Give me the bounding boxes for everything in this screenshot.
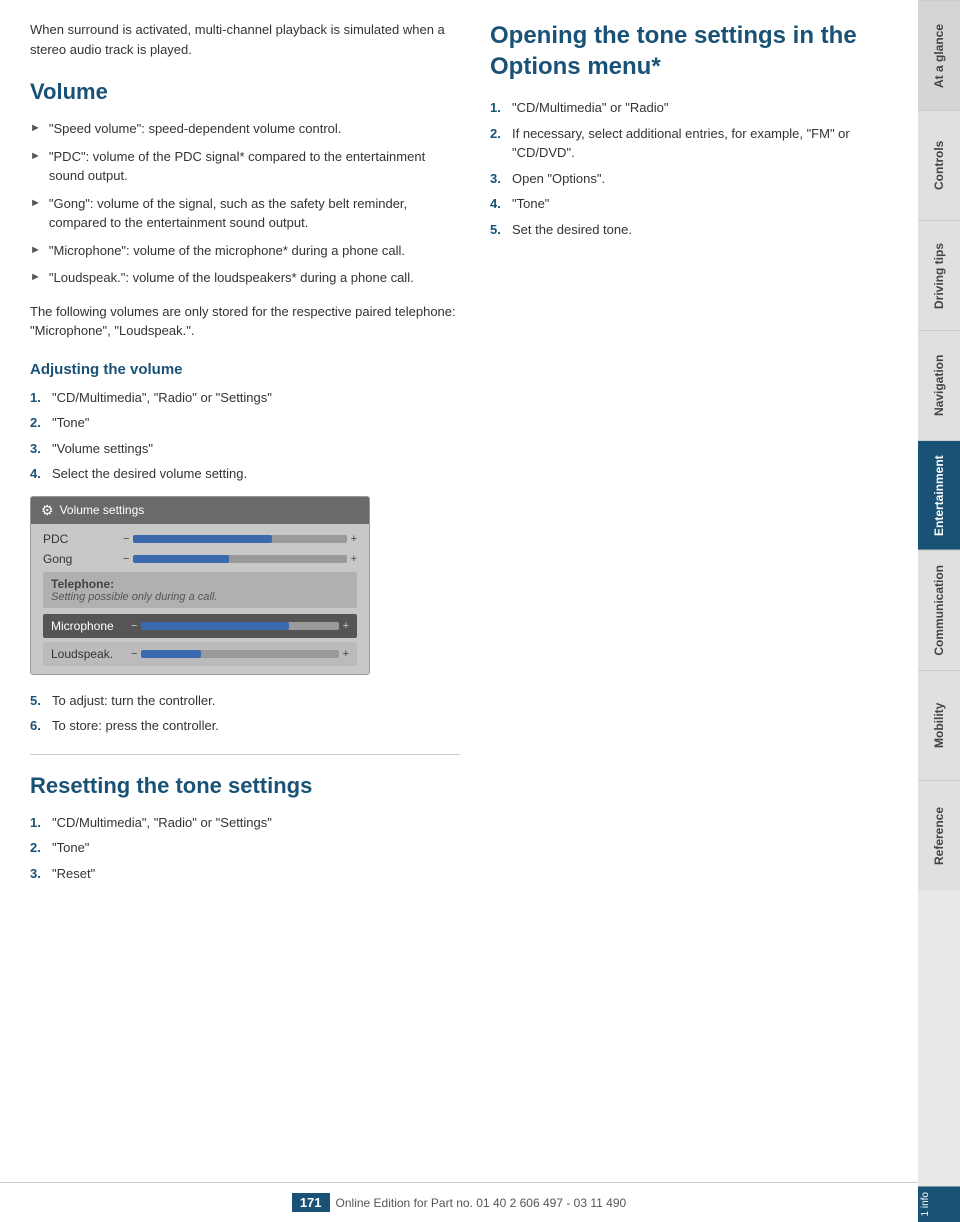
vs-microphone-row: Microphone − + xyxy=(43,614,357,638)
vs-tel-label: Telephone: xyxy=(51,577,349,591)
list-item: 1. "CD/Multimedia" or "Radio" xyxy=(490,98,888,118)
list-item: 5. To adjust: turn the controller. xyxy=(30,691,460,711)
vs-mic-track xyxy=(141,622,338,630)
list-item: ► "Gong": volume of the signal, such as … xyxy=(30,194,460,233)
vs-loud-track xyxy=(141,650,338,658)
settings-icon: ⚙ xyxy=(41,502,54,519)
vs-pdc-label: PDC xyxy=(43,532,123,546)
page-wrapper: When surround is activated, multi-channe… xyxy=(0,0,960,1222)
intro-text: When surround is activated, multi-channe… xyxy=(30,20,460,59)
sidebar-item-at-a-glance[interactable]: At a glance xyxy=(918,0,960,110)
list-item: 4. Select the desired volume setting. xyxy=(30,464,460,484)
vs-gong-slider: − + xyxy=(123,553,357,565)
vs-body: PDC − + Gong − xyxy=(31,524,369,674)
left-column: When surround is activated, multi-channe… xyxy=(30,20,460,1162)
vs-tel-note: Setting possible only during a call. xyxy=(51,591,349,603)
main-content: When surround is activated, multi-channe… xyxy=(0,0,918,1222)
vs-gong-label: Gong xyxy=(43,552,123,566)
right-section-heading: Opening the tone settings in the Options… xyxy=(490,20,888,82)
vs-mic-fill xyxy=(141,622,289,630)
sidebar-item-reference[interactable]: Reference xyxy=(918,780,960,890)
resetting-steps: 1. "CD/Multimedia", "Radio" or "Settings… xyxy=(30,813,460,884)
section-divider xyxy=(30,754,460,755)
vs-loud-slider: − + xyxy=(131,648,349,660)
sidebar-item-communication[interactable]: Communication xyxy=(918,550,960,670)
bullet-arrow-icon: ► xyxy=(30,148,41,165)
vs-gong-track xyxy=(133,555,346,563)
minus-icon: − xyxy=(131,620,137,632)
bullet-arrow-icon: ► xyxy=(30,269,41,286)
list-item: ► "Speed volume": speed-dependent volume… xyxy=(30,119,460,139)
sidebar-item-navigation[interactable]: Navigation xyxy=(918,330,960,440)
sidebar-item-driving-tips[interactable]: Driving tips xyxy=(918,220,960,330)
minus-icon: − xyxy=(123,533,129,545)
minus-icon: − xyxy=(123,553,129,565)
plus-icon: + xyxy=(343,648,349,660)
right-column: Opening the tone settings in the Options… xyxy=(490,20,888,1162)
sidebar: At a glance Controls Driving tips Naviga… xyxy=(918,0,960,1222)
bullet-list: ► "Speed volume": speed-dependent volume… xyxy=(30,119,460,288)
volume-settings-screenshot: ⚙ Volume settings PDC − + xyxy=(30,496,370,675)
list-item: 1. "CD/Multimedia", "Radio" or "Settings… xyxy=(30,813,460,833)
plus-icon: + xyxy=(351,553,357,565)
plus-icon: + xyxy=(343,620,349,632)
info-badge: 1 info xyxy=(918,1186,960,1222)
vs-gong-fill xyxy=(133,555,229,563)
bullet-arrow-icon: ► xyxy=(30,242,41,259)
vs-row-pdc: PDC − + xyxy=(43,532,357,546)
list-item: 3. Open "Options". xyxy=(490,169,888,189)
bullet-arrow-icon: ► xyxy=(30,195,41,212)
minus-icon: − xyxy=(131,648,137,660)
vs-loud-fill xyxy=(141,650,200,658)
list-item: 4. "Tone" xyxy=(490,194,888,214)
vs-titlebar: ⚙ Volume settings xyxy=(31,497,369,524)
vs-loud-label: Loudspeak. xyxy=(51,647,131,661)
footer-text: Online Edition for Part no. 01 40 2 606 … xyxy=(336,1196,627,1210)
sidebar-item-entertainment[interactable]: Entertainment xyxy=(918,440,960,550)
list-item: 1. "CD/Multimedia", "Radio" or "Settings… xyxy=(30,388,460,408)
adjusting-steps: 1. "CD/Multimedia", "Radio" or "Settings… xyxy=(30,388,460,484)
vs-row-gong: Gong − + xyxy=(43,552,357,566)
list-item: 3. "Volume settings" xyxy=(30,439,460,459)
list-item: 5. Set the desired tone. xyxy=(490,220,888,240)
list-item: 6. To store: press the controller. xyxy=(30,716,460,736)
vs-mic-label: Microphone xyxy=(51,619,131,633)
vs-title: Volume settings xyxy=(60,503,145,517)
volume-heading: Volume xyxy=(30,79,460,105)
adjusting-heading: Adjusting the volume xyxy=(30,361,460,378)
sidebar-item-controls[interactable]: Controls xyxy=(918,110,960,220)
bullet-arrow-icon: ► xyxy=(30,120,41,137)
vs-telephone-section: Telephone: Setting possible only during … xyxy=(43,572,357,608)
plus-icon: + xyxy=(351,533,357,545)
list-item: 2. "Tone" xyxy=(30,413,460,433)
list-item: 2. "Tone" xyxy=(30,838,460,858)
vs-pdc-slider: − + xyxy=(123,533,357,545)
sidebar-item-mobility[interactable]: Mobility xyxy=(918,670,960,780)
list-item: 3. "Reset" xyxy=(30,864,460,884)
vs-loudspeak-row: Loudspeak. − + xyxy=(43,642,357,666)
vs-pdc-track xyxy=(133,535,346,543)
vs-mic-slider: − + xyxy=(131,620,349,632)
page-number: 171 xyxy=(292,1193,330,1212)
list-item: 2. If necessary, select additional entri… xyxy=(490,124,888,163)
paired-note: The following volumes are only stored fo… xyxy=(30,302,460,341)
list-item: ► "Loudspeak.": volume of the loudspeake… xyxy=(30,268,460,288)
list-item: ► "Microphone": volume of the microphone… xyxy=(30,241,460,261)
adjusting-steps-cont: 5. To adjust: turn the controller. 6. To… xyxy=(30,691,460,736)
page-footer: 171 Online Edition for Part no. 01 40 2 … xyxy=(0,1182,918,1222)
list-item: ► "PDC": volume of the PDC signal* compa… xyxy=(30,147,460,186)
vs-pdc-fill xyxy=(133,535,272,543)
resetting-heading: Resetting the tone settings xyxy=(30,773,460,799)
right-steps: 1. "CD/Multimedia" or "Radio" 2. If nece… xyxy=(490,98,888,239)
